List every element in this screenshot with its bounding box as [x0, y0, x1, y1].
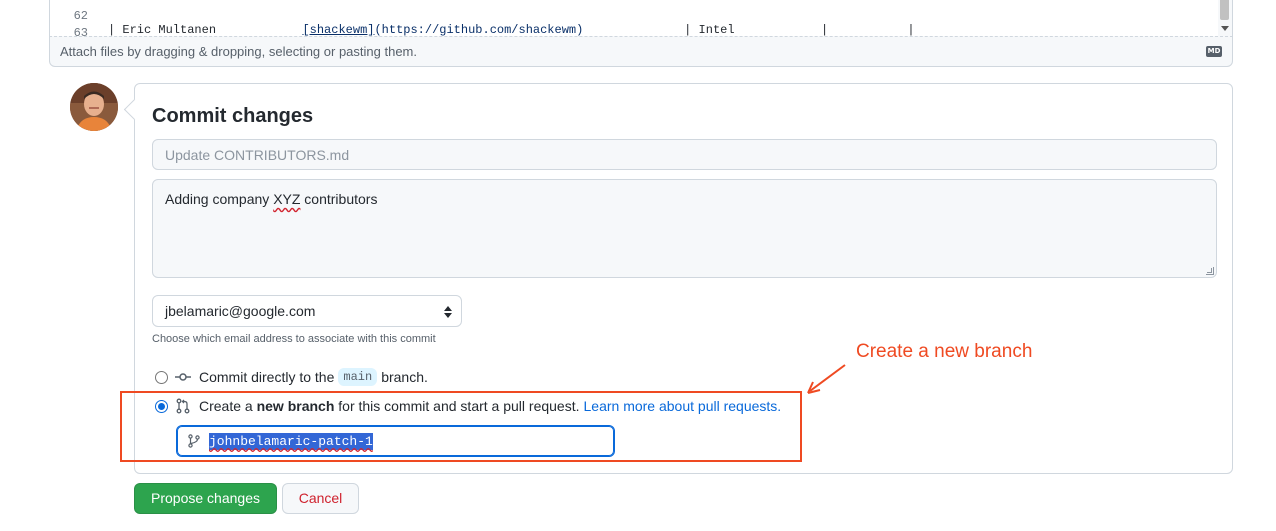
annotation-arrow-icon	[807, 364, 846, 394]
select-arrows-icon	[444, 305, 452, 319]
git-commit-icon	[175, 373, 191, 381]
code-line: 62 | Eric Multanen [shackewm](https://gi…	[50, 0, 915, 36]
scroll-down-arrow-icon[interactable]	[1221, 26, 1229, 31]
resize-handle-icon[interactable]	[1206, 267, 1214, 275]
code-line: 63	[50, 12, 88, 36]
email-select[interactable]: jbelamaric@google.com	[152, 295, 462, 327]
file-editor[interactable]: 62 | Eric Multanen [shackewm](https://gi…	[49, 0, 1233, 36]
attach-files-bar[interactable]: Attach files by dragging & dropping, sel…	[49, 36, 1233, 67]
commit-title: Commit changes	[152, 105, 314, 127]
commit-description-textarea[interactable]: Adding company XYZ contributors	[152, 179, 1217, 278]
propose-changes-button[interactable]: Propose changes	[134, 483, 277, 514]
annotation-label: Create a new branch	[856, 341, 1033, 362]
annotation-highlight-box	[120, 391, 802, 462]
attach-hint: Attach files by dragging & dropping, sel…	[60, 44, 417, 59]
line-number: 63	[73, 26, 88, 36]
main-branch-chip: main	[338, 368, 378, 386]
commit-direct-option[interactable]: Commit directly to the main branch.	[155, 367, 428, 387]
misspelled-word: XYZ	[273, 191, 301, 207]
cancel-button[interactable]: Cancel	[282, 483, 359, 514]
email-note: Choose which email address to associate …	[152, 333, 436, 345]
line-content: | Eric Multanen [shackewm](https://githu…	[108, 23, 915, 36]
user-photo-icon	[70, 83, 118, 131]
scrollbar-thumb[interactable]	[1220, 0, 1229, 20]
commit-direct-radio[interactable]	[155, 370, 168, 384]
commit-summary-input[interactable]	[152, 139, 1217, 170]
editor-scrollbar[interactable]	[1218, 0, 1232, 36]
markdown-icon[interactable]: MD	[1206, 46, 1222, 57]
avatar[interactable]	[70, 83, 118, 131]
